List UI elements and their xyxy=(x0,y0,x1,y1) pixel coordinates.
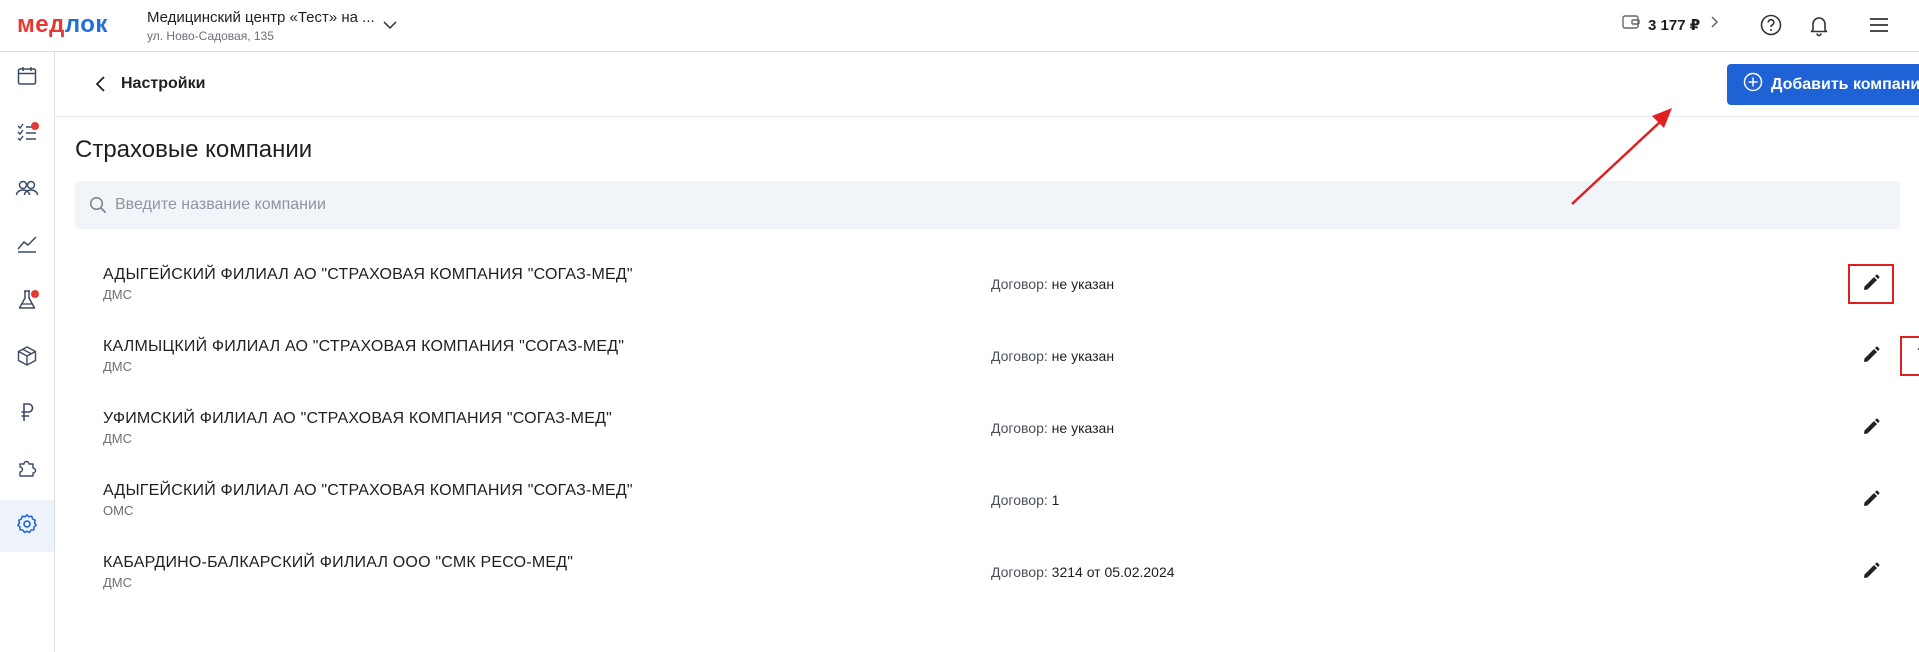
company-name: УФИМСКИЙ ФИЛИАЛ АО "СТРАХОВАЯ КОМПАНИЯ "… xyxy=(103,410,612,427)
company-type: ДМС xyxy=(103,359,133,374)
notification-dot xyxy=(31,122,39,130)
analytics-icon xyxy=(16,233,38,260)
wallet-icon xyxy=(1622,14,1640,35)
table-row: КАБАРДИНО-БАЛКАРСКИЙ ФИЛИАЛ ООО "СМК РЕС… xyxy=(75,540,1900,612)
sidebar-item-settings[interactable] xyxy=(0,500,54,552)
balance-amount: 3 177 ₽ xyxy=(1648,16,1701,34)
logo[interactable]: медлок xyxy=(17,11,108,39)
pencil-icon xyxy=(1861,417,1881,440)
search-input[interactable] xyxy=(115,181,1885,229)
chevron-right-icon xyxy=(1708,14,1722,35)
clinic-address: ул. Ново-Садовая, 135 xyxy=(147,29,274,43)
contract-label: Договор: xyxy=(991,492,1048,508)
sidebar-item-integrations[interactable] xyxy=(0,444,54,496)
delete-button[interactable] xyxy=(1905,552,1919,592)
company-name: АДЫГЕЙСКИЙ ФИЛИАЛ АО "СТРАХОВАЯ КОМПАНИЯ… xyxy=(103,482,633,499)
calendar-icon xyxy=(16,65,38,92)
company-name: АДЫГЕЙСКИЙ ФИЛИАЛ АО "СТРАХОВАЯ КОМПАНИЯ… xyxy=(103,266,633,283)
company-name: КАЛМЫЦКИЙ ФИЛИАЛ АО "СТРАХОВАЯ КОМПАНИЯ … xyxy=(103,338,625,355)
sidebar-item-lab[interactable] xyxy=(0,276,54,328)
pencil-icon xyxy=(1861,489,1881,512)
pencil-icon xyxy=(1861,561,1881,584)
contract-label: Договор: xyxy=(991,564,1048,580)
chevron-down-icon[interactable] xyxy=(381,16,399,39)
add-company-label: Добавить компанию xyxy=(1771,75,1919,93)
bell-icon[interactable] xyxy=(1807,13,1831,42)
edit-button[interactable] xyxy=(1848,336,1894,376)
settings-subheader: Настройки Добавить компанию xyxy=(55,52,1919,117)
edit-button[interactable] xyxy=(1848,552,1894,592)
company-contract: Договор: не указан xyxy=(991,276,1114,292)
contract-value: не указан xyxy=(1051,348,1115,364)
company-contract: Договор: не указан xyxy=(991,420,1114,436)
table-row: УФИМСКИЙ ФИЛИАЛ АО "СТРАХОВАЯ КОМПАНИЯ "… xyxy=(75,396,1900,468)
top-bar: медлок Медицинский центр «Тест» на ... у… xyxy=(0,0,1919,52)
ruble-icon xyxy=(16,401,38,428)
delete-button[interactable] xyxy=(1900,336,1919,376)
notification-dot xyxy=(31,290,39,298)
box-icon xyxy=(16,345,38,372)
balance-widget[interactable]: 3 177 ₽ xyxy=(1622,14,1722,35)
contract-label: Договор: xyxy=(991,348,1048,364)
back-link-settings[interactable]: Настройки xyxy=(121,75,205,93)
company-contract: Договор: 3214 от 05.02.2024 xyxy=(991,564,1175,580)
menu-icon[interactable] xyxy=(1867,13,1891,42)
delete-button[interactable] xyxy=(1905,264,1919,304)
company-type: ОМС xyxy=(103,503,134,518)
plus-circle-icon xyxy=(1743,72,1763,97)
search-icon xyxy=(89,196,107,219)
sidebar-item-patients[interactable] xyxy=(0,164,54,216)
contract-value: 3214 от 05.02.2024 xyxy=(1051,564,1175,580)
add-company-button[interactable]: Добавить компанию xyxy=(1727,64,1919,105)
sidebar-item-warehouse[interactable] xyxy=(0,332,54,384)
delete-button[interactable] xyxy=(1905,480,1919,520)
edit-button[interactable] xyxy=(1848,408,1894,448)
contract-label: Договор: xyxy=(991,276,1048,292)
edit-button[interactable] xyxy=(1848,264,1894,304)
contract-value: 1 xyxy=(1051,492,1060,508)
edit-button[interactable] xyxy=(1848,480,1894,520)
contract-value: не указан xyxy=(1051,276,1115,292)
company-type: ДМС xyxy=(103,575,133,590)
gear-icon xyxy=(16,513,38,540)
clinic-selector[interactable]: Медицинский центр «Тест» на ... ул. Ново… xyxy=(147,9,375,43)
back-arrow-icon[interactable] xyxy=(91,74,111,99)
company-type: ДМС xyxy=(103,431,133,446)
table-row: АДЫГЕЙСКИЙ ФИЛИАЛ АО "СТРАХОВАЯ КОМПАНИЯ… xyxy=(75,468,1900,540)
help-icon[interactable] xyxy=(1759,13,1783,42)
sidebar-item-finance[interactable] xyxy=(0,388,54,440)
contract-label: Договор: xyxy=(991,420,1048,436)
clinic-name: Медицинский центр «Тест» на ... xyxy=(147,9,375,26)
table-row: КАЛМЫЦКИЙ ФИЛИАЛ АО "СТРАХОВАЯ КОМПАНИЯ … xyxy=(75,324,1919,396)
company-contract: Договор: не указан xyxy=(991,348,1114,364)
company-type: ДМС xyxy=(103,287,133,302)
delete-button[interactable] xyxy=(1905,408,1919,448)
sidebar-item-schedule[interactable] xyxy=(0,52,54,104)
puzzle-icon xyxy=(16,457,38,484)
company-name: КАБАРДИНО-БАЛКАРСКИЙ ФИЛИАЛ ООО "СМК РЕС… xyxy=(103,554,574,571)
pencil-icon xyxy=(1861,273,1881,296)
sidebar-item-analytics[interactable] xyxy=(0,220,54,272)
contract-value: не указан xyxy=(1051,420,1115,436)
company-contract: Договор: 1 xyxy=(991,492,1059,508)
patients-icon xyxy=(15,177,39,204)
pencil-icon xyxy=(1861,345,1881,368)
sidebar xyxy=(0,52,55,652)
page-title: Страховые компании xyxy=(75,136,313,163)
sidebar-item-tasks[interactable] xyxy=(0,108,54,160)
table-row: АДЫГЕЙСКИЙ ФИЛИАЛ АО "СТРАХОВАЯ КОМПАНИЯ… xyxy=(75,252,1900,324)
search-box xyxy=(75,181,1900,229)
